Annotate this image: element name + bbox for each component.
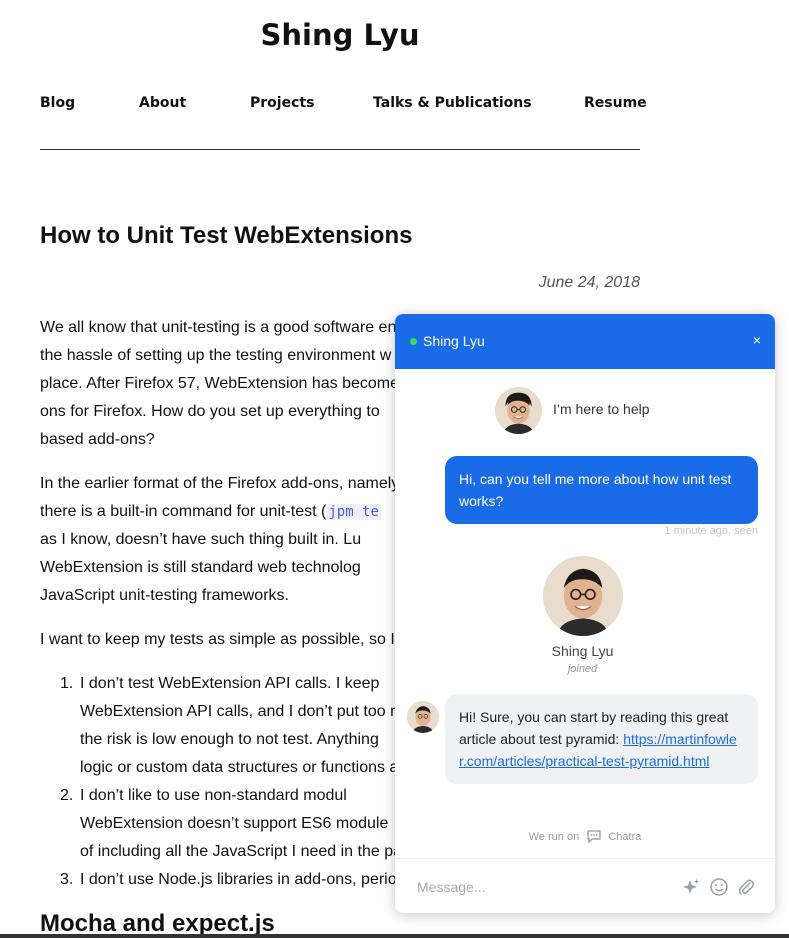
person-icon (407, 701, 439, 733)
list-number: 1. (60, 675, 74, 692)
paragraph-text: there is a built-in command for unit-tes… (40, 503, 327, 520)
nav-projects[interactable]: Projects (250, 95, 314, 111)
list-number: 2. (60, 787, 74, 804)
sparkle-icon[interactable] (681, 877, 701, 897)
nav-about[interactable]: About (139, 95, 186, 111)
chat-messages[interactable]: I’m here to help Hi, can you tell me mor… (395, 369, 775, 858)
list-number: 3. (60, 871, 74, 888)
message-input[interactable] (415, 874, 669, 900)
close-chat-button[interactable]: × (753, 332, 761, 348)
chat-agent-name: Shing Lyu (423, 333, 485, 349)
inline-code: jpm te (326, 504, 381, 520)
post-title: How to Unit Test WebExtensions (40, 222, 413, 249)
agent-avatar (495, 387, 542, 434)
agent-greeting: I’m here to help (553, 401, 650, 417)
agent-avatar-large (543, 556, 623, 636)
post-date: June 24, 2018 (538, 274, 640, 291)
chat-header[interactable]: Shing Lyu × (395, 314, 775, 369)
person-icon (495, 387, 542, 434)
person-icon (543, 556, 623, 636)
chat-input-bar (395, 858, 775, 913)
chatra-logo-icon (586, 829, 602, 846)
emoji-icon[interactable] (709, 877, 729, 897)
paperclip-icon[interactable] (736, 877, 756, 897)
chat-widget: Shing Lyu × I’m here to help Hi, can you… (395, 314, 775, 913)
message-status: 1 minute ago, seen (664, 525, 758, 537)
powered-by: We run on Chatra (395, 829, 775, 846)
joined-label: joined (567, 663, 598, 675)
bottom-bar (0, 934, 789, 938)
nav-resume[interactable]: Resume (584, 95, 647, 111)
site-title[interactable]: Shing Lyu (0, 18, 680, 52)
nav-divider (40, 149, 640, 150)
nav-blog[interactable]: Blog (40, 95, 75, 111)
chatra-link[interactable]: Chatra (608, 831, 641, 843)
nav-talks-publications[interactable]: Talks & Publications (373, 95, 532, 111)
agent-message-bubble: Hi! Sure, you can start by reading this … (445, 694, 758, 784)
agent-avatar-small (407, 701, 439, 733)
powered-prefix: We run on (528, 831, 580, 843)
joined-agent-name: Shing Lyu (551, 643, 614, 659)
online-status-icon (410, 338, 417, 345)
main-nav: Blog About Projects Talks & Publications… (40, 95, 647, 115)
user-message-bubble: Hi, can you tell me more about how unit … (445, 456, 758, 524)
